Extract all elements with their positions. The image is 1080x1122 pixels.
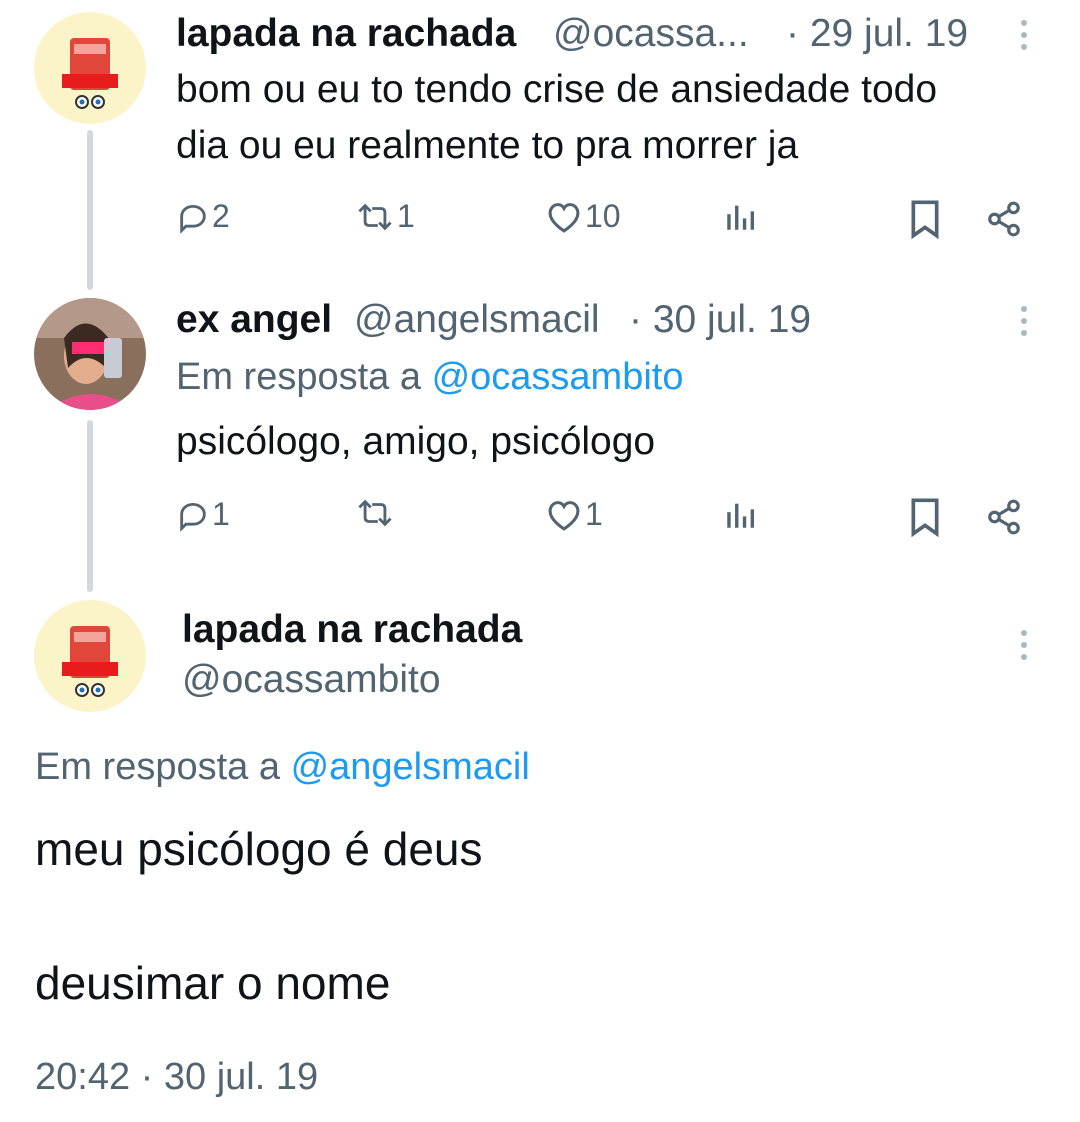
reply-count: 2 [212, 198, 230, 234]
retweet-button[interactable] [355, 496, 397, 530]
bookmark-button[interactable] [908, 199, 942, 239]
more-vertical-icon[interactable] [1018, 306, 1030, 336]
author-handle[interactable]: @angelsmacil [354, 298, 600, 342]
tweet-date[interactable]: · 30 jul. 19 [629, 298, 811, 342]
views-button[interactable] [722, 498, 758, 532]
retweet-icon [358, 499, 392, 527]
reply-icon [180, 204, 206, 234]
author-name[interactable]: lapada na rachada [182, 608, 522, 652]
like-count: 10 [585, 198, 621, 234]
reply-to: Em resposta a @angelsmacil [35, 746, 530, 789]
bookmark-button[interactable] [908, 497, 942, 537]
bookmark-icon [911, 498, 939, 537]
bookmark-icon [911, 200, 939, 239]
thread-line [87, 130, 93, 290]
thread-line [87, 420, 93, 592]
reply-button[interactable]: 2 [176, 198, 230, 235]
more-vertical-icon[interactable] [1018, 20, 1030, 50]
reply-to-mention[interactable]: @angelsmacil [291, 746, 530, 788]
avatar[interactable] [34, 600, 146, 712]
more-vertical-icon[interactable] [1018, 630, 1030, 660]
like-count: 1 [585, 496, 603, 532]
views-icon [727, 503, 755, 528]
share-icon [988, 201, 1020, 237]
tweet-text-line: deusimar o nome [35, 957, 391, 1009]
reply-icon [180, 502, 206, 532]
heart-icon [548, 500, 580, 531]
share-button[interactable] [985, 200, 1023, 238]
avatar[interactable] [34, 12, 146, 124]
reply-button[interactable]: 1 [176, 496, 230, 533]
like-button[interactable]: 1 [545, 496, 603, 533]
share-icon [988, 499, 1020, 535]
tweet-timestamp[interactable]: 20:42 · 30 jul. 19 [35, 1056, 318, 1099]
retweet-count: 1 [397, 198, 415, 234]
author-handle[interactable]: @ocassambito [182, 658, 441, 702]
like-button[interactable]: 10 [545, 198, 621, 235]
avatar[interactable] [34, 298, 146, 410]
tweet-text-line: bom ou eu to tendo crise de ansiedade to… [176, 68, 938, 111]
views-button[interactable] [722, 200, 758, 234]
author-name[interactable]: lapada na rachada [176, 12, 516, 56]
retweet-icon [358, 203, 392, 230]
author-handle[interactable]: @ocassa... [553, 12, 749, 56]
reply-to-mention[interactable]: @ocassambito [432, 356, 684, 398]
reply-to-prefix: Em resposta a [176, 356, 432, 398]
retweet-button[interactable]: 1 [355, 198, 415, 235]
tweet-text-line: meu psicólogo é deus [35, 823, 483, 875]
views-icon [727, 205, 755, 230]
share-button[interactable] [985, 498, 1023, 536]
reply-to: Em resposta a @ocassambito [176, 356, 683, 399]
heart-icon [548, 202, 580, 233]
tweet-text-line: dia ou eu realmente to pra morrer ja [176, 124, 799, 167]
reply-count: 1 [212, 496, 230, 532]
reply-to-prefix: Em resposta a [35, 746, 291, 788]
tweet-date[interactable]: · 29 jul. 19 [786, 12, 968, 56]
author-name[interactable]: ex angel [176, 298, 332, 342]
tweet-text: psicólogo, amigo, psicólogo [176, 420, 656, 463]
